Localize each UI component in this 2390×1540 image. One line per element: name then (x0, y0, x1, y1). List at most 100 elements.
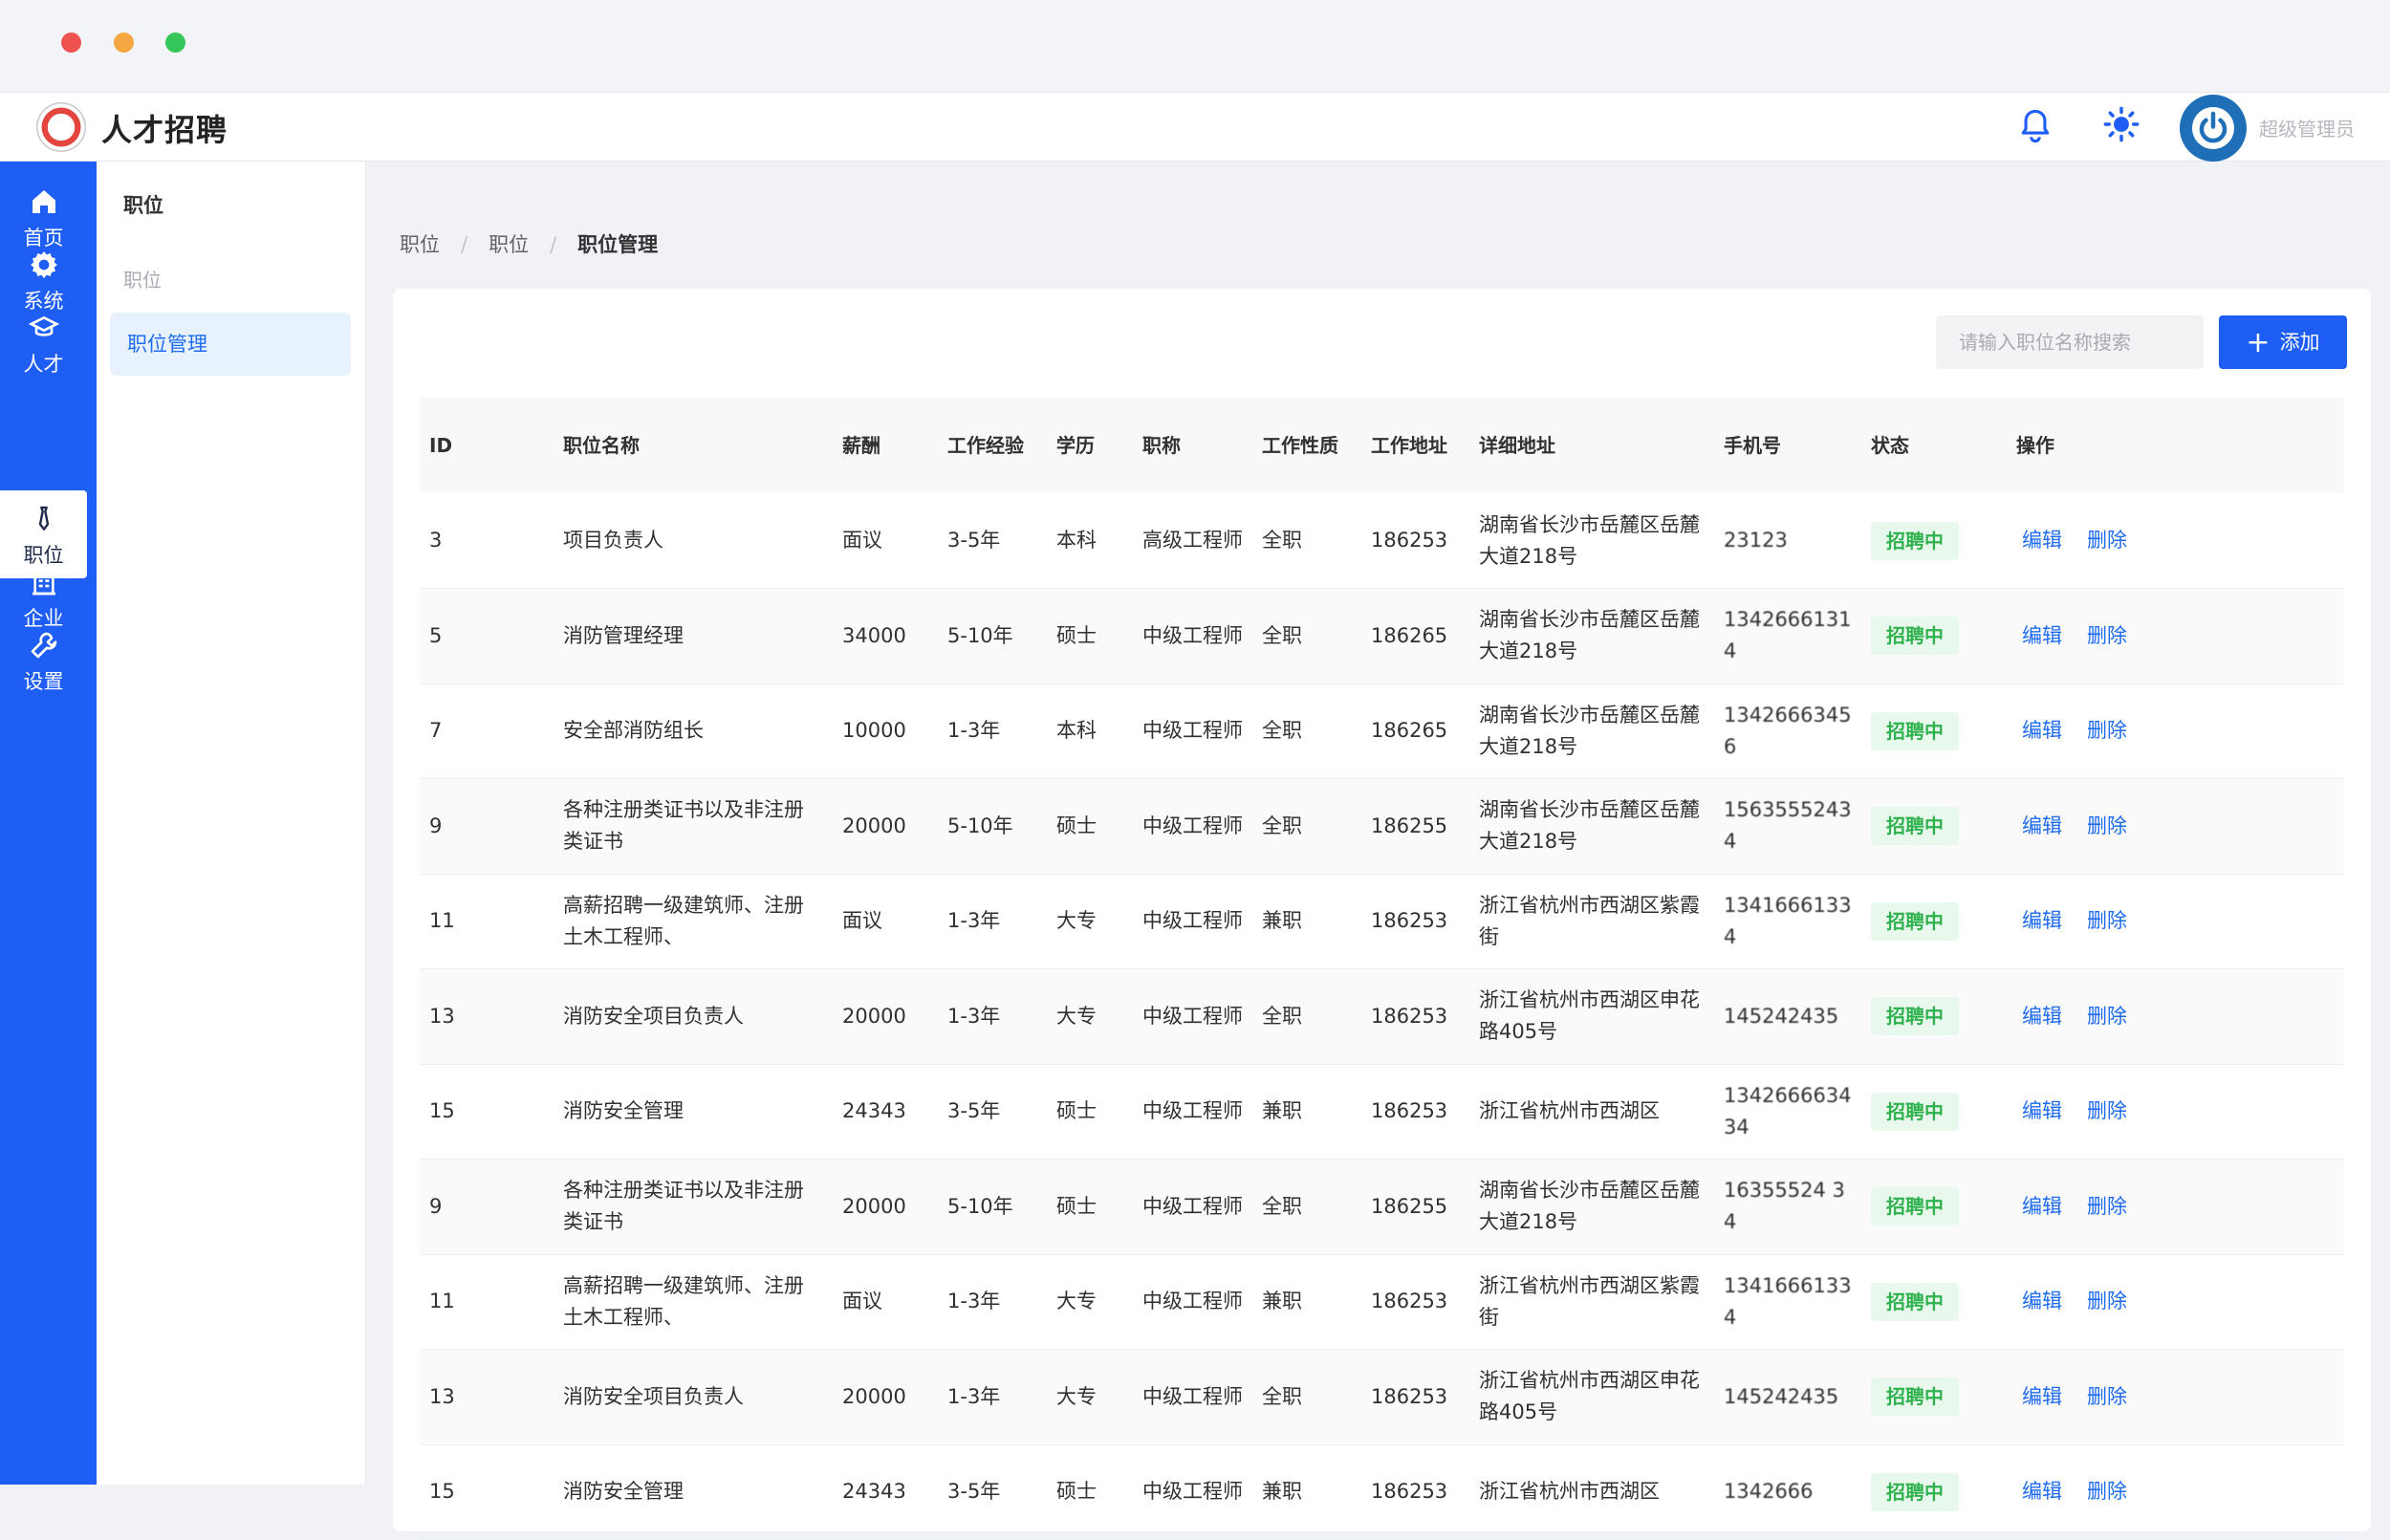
theme-sun-icon[interactable] (2103, 106, 2140, 142)
avatar[interactable] (2180, 95, 2247, 162)
breadcrumb-current: 职位管理 (577, 233, 659, 256)
delete-button[interactable]: 删除 (2087, 1480, 2127, 1503)
bell-icon[interactable] (2019, 108, 2052, 144)
edit-button[interactable]: 编辑 (2022, 1385, 2062, 1408)
cell-status: 招聘中 (1861, 493, 2007, 589)
cell-edu: 大专 (1056, 1384, 1097, 1408)
table-row: 5 消防管理经理 34000 5-10年 硕士 中级工程师 全职 186265 湖南省长沙市岳麓… (420, 588, 2344, 684)
cell-id: 7 (429, 719, 443, 743)
cell-addr: 浙江省杭州市西湖区 (1479, 1099, 1660, 1123)
cell-name: 高薪招聘一级建筑师、注册土木工程师、 (563, 893, 804, 948)
delete-button[interactable]: 删除 (2087, 1290, 2127, 1312)
rail-item-settings[interactable]: 设置 (0, 617, 87, 705)
cell-title: 高级工程师 (1142, 529, 1243, 552)
cell-salary: 20000 (842, 1194, 906, 1218)
cell-salary: 24343 (842, 1480, 906, 1504)
cell-title: 中级工程师 (1142, 623, 1243, 647)
cell-name: 消防安全管理 (563, 1099, 684, 1123)
cell-actions: 编辑 删除 (2007, 683, 2344, 779)
cell-city: 186253 (1371, 1004, 1448, 1028)
search-input[interactable] (1936, 315, 2204, 369)
delete-button[interactable]: 删除 (2087, 624, 2127, 647)
edit-button[interactable]: 编辑 (2022, 1099, 2062, 1122)
cell-actions: 编辑 删除 (2007, 1064, 2344, 1160)
subnav-group-label: 职位 (123, 269, 162, 292)
delete-button[interactable]: 删除 (2087, 719, 2127, 742)
gear-icon (30, 251, 57, 278)
subnav-item-position-management[interactable]: 职位管理 (110, 313, 351, 376)
cell-edu: 硕士 (1056, 1194, 1097, 1218)
edit-button[interactable]: 编辑 (2022, 719, 2062, 742)
cell-edu: 大专 (1056, 1004, 1097, 1028)
cell-id: 13 (429, 1004, 455, 1028)
status-badge: 招聘中 (1871, 617, 1959, 656)
wrench-icon (31, 632, 56, 659)
cell-salary: 20000 (842, 1004, 906, 1028)
cell-edu: 硕士 (1056, 813, 1097, 837)
cell-actions: 编辑 删除 (2007, 589, 2344, 684)
cell-edu: 硕士 (1056, 623, 1097, 647)
breadcrumb-item[interactable]: 职位 (489, 229, 529, 258)
cell-phone: 15635552434 (1724, 798, 1852, 854)
cell-status: 招聘中 (1861, 683, 2007, 779)
edit-button[interactable]: 编辑 (2022, 529, 2062, 552)
add-button[interactable]: + 添加 (2219, 315, 2347, 369)
column-header: 状态 (1871, 433, 1909, 457)
table-header-row: ID 职位名称 薪酬 工作经验 学历 职称 工作性质 工作地址 详细地址 手机号… (420, 398, 2344, 493)
cell-exp: 3-5年 (947, 1099, 1001, 1123)
delete-button[interactable]: 删除 (2087, 1099, 2127, 1122)
cell-edu: 大专 (1056, 1290, 1097, 1313)
column-header: 职位名称 (563, 433, 640, 457)
edit-button[interactable]: 编辑 (2022, 909, 2062, 932)
subnav-title: 职位 (123, 194, 163, 217)
cell-status: 招聘中 (1861, 874, 2007, 969)
cell-name: 消防安全项目负责人 (563, 1384, 744, 1408)
cell-id: 11 (429, 909, 455, 933)
cell-edu: 硕士 (1056, 1480, 1097, 1504)
cell-addr: 浙江省杭州市西湖区紫霞街 (1479, 1273, 1700, 1329)
delete-button[interactable]: 删除 (2087, 1005, 2127, 1028)
edit-button[interactable]: 编辑 (2022, 1195, 2062, 1218)
status-badge: 招聘中 (1871, 901, 1959, 941)
cell-city: 186253 (1371, 1480, 1448, 1504)
edit-button[interactable]: 编辑 (2022, 1480, 2062, 1503)
cell-phone: 13416661334 (1724, 1273, 1852, 1329)
status-badge: 招聘中 (1871, 807, 1959, 846)
cell-salary: 24343 (842, 1099, 906, 1123)
add-button-label: 添加 (2279, 330, 2320, 354)
app-title: 人才招聘 (101, 112, 228, 148)
edit-button[interactable]: 编辑 (2022, 814, 2062, 837)
cell-type: 兼职 (1262, 909, 1302, 933)
cell-name: 消防安全管理 (563, 1480, 684, 1504)
cell-status: 招聘中 (1861, 1254, 2007, 1350)
edit-button[interactable]: 编辑 (2022, 624, 2062, 647)
cell-phone: 13426661314 (1724, 608, 1852, 663)
cell-phone: 145242435 (1724, 1004, 1839, 1028)
column-header: 学历 (1056, 433, 1095, 457)
rail-item-talent[interactable]: 人才 (0, 299, 87, 387)
cell-exp: 1-3年 (947, 909, 1001, 933)
delete-button[interactable]: 删除 (2087, 1195, 2127, 1218)
delete-button[interactable]: 删除 (2087, 1385, 2127, 1408)
cell-type: 全职 (1262, 813, 1302, 837)
tie-icon (38, 506, 49, 531)
breadcrumb-item[interactable]: 职位 (400, 229, 440, 258)
cell-status: 招聘中 (1861, 589, 2007, 684)
minimize-window-button[interactable] (114, 33, 134, 53)
edit-button[interactable]: 编辑 (2022, 1005, 2062, 1028)
delete-button[interactable]: 删除 (2087, 814, 2127, 837)
cell-addr: 湖南省长沙市岳麓区岳麓大道218号 (1479, 512, 1700, 568)
user-name[interactable]: 超级管理员 (2259, 114, 2355, 141)
delete-button[interactable]: 删除 (2087, 529, 2127, 552)
table-row: 13 消防安全项目负责人 20000 1-3年 大专 中级工程师 全职 186253 浙江省杭州… (420, 968, 2344, 1064)
close-window-button[interactable] (61, 33, 81, 53)
table-row: 9 各种注册类证书以及非注册类证书 20000 5-10年 硕士 中级工程师 全职 18625… (420, 1159, 2344, 1254)
edit-button[interactable]: 编辑 (2022, 1290, 2062, 1312)
column-header: 操作 (2016, 433, 2054, 457)
cell-addr: 湖南省长沙市岳麓区岳麓大道218号 (1479, 703, 1700, 758)
cell-name: 消防管理经理 (563, 623, 684, 647)
maximize-window-button[interactable] (165, 33, 185, 53)
delete-button[interactable]: 删除 (2087, 909, 2127, 932)
cell-type: 兼职 (1262, 1099, 1302, 1123)
cell-city: 186253 (1371, 909, 1448, 933)
